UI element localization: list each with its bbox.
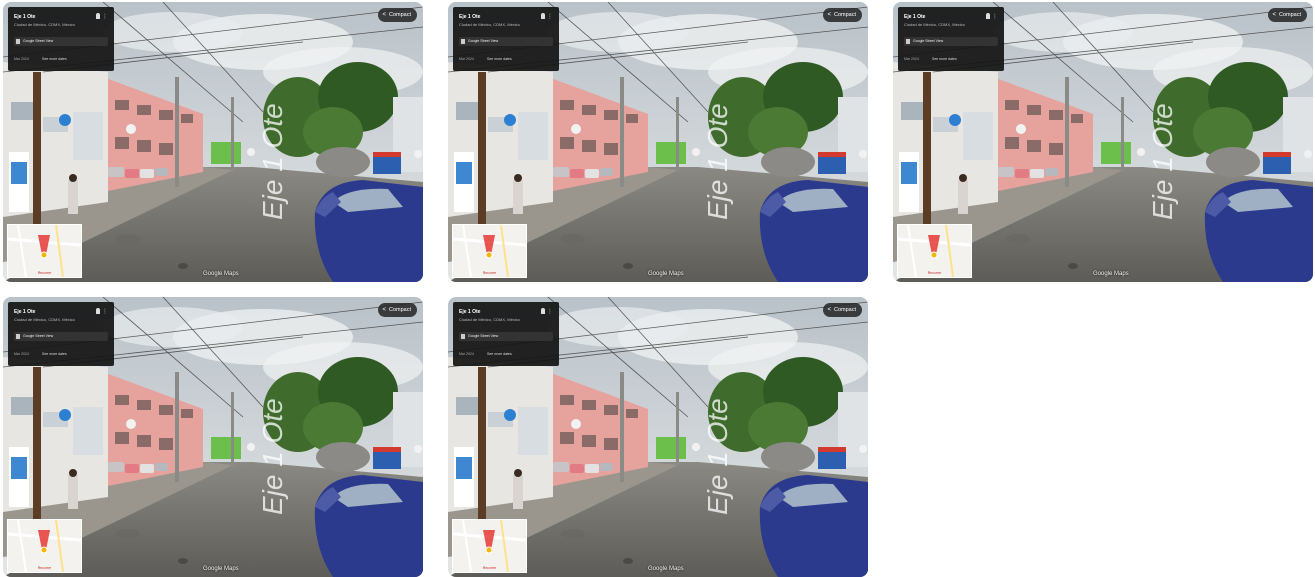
more-vert-icon[interactable]: ⋮: [102, 13, 108, 20]
location-info-card: Eje 1 Ote Ciudad de México, CDMX, México…: [453, 302, 559, 366]
minimap-explore-label: Recorrer: [927, 271, 942, 275]
address-city: Ciudad de México, CDMX, México: [14, 22, 75, 27]
captured-by: Google Street View: [468, 334, 499, 338]
streetview-tile[interactable]: Eje 1 Ote Ciudad de México, CDMX, México…: [448, 2, 868, 282]
see-more-dates-link[interactable]: See more dates: [487, 57, 512, 61]
compact-label: Compact: [388, 307, 411, 313]
street-name-overlay: Eje 1 Ote: [702, 103, 733, 220]
more-vert-icon[interactable]: ⋮: [102, 308, 108, 315]
compact-label: Compact: [833, 307, 856, 313]
location-info-card: Eje 1 Ote Ciudad de México, CDMX, México…: [453, 7, 559, 71]
share-arrow-icon: <: [827, 12, 831, 18]
map-pin-icon[interactable]: [986, 13, 990, 19]
more-vert-icon[interactable]: ⋮: [547, 13, 553, 20]
capture-date: Mar 2024: [14, 352, 29, 356]
streetview-tile[interactable]: Eje 1 Ote Ciudad de México, CDMX, México…: [893, 2, 1313, 282]
captured-by: Google Street View: [23, 39, 54, 43]
minimap[interactable]: Recorrer: [7, 519, 82, 573]
address-city: Ciudad de México, CDMX, México: [459, 22, 520, 27]
street-name-overlay: Eje 1 Ote: [257, 103, 288, 220]
share-arrow-icon: <: [382, 307, 386, 313]
minimap-explore-label: Recorrer: [482, 566, 497, 570]
capture-source-row[interactable]: Google Street View: [14, 37, 108, 46]
capture-source-row[interactable]: Google Street View: [14, 332, 108, 341]
google-maps-attribution: Google Maps: [1093, 271, 1129, 277]
more-vert-icon[interactable]: ⋮: [547, 308, 553, 315]
google-maps-attribution: Google Maps: [203, 271, 239, 277]
location-info-card: Eje 1 Ote Ciudad de México, CDMX, México…: [8, 302, 114, 366]
street-name-overlay: Eje 1 Ote: [257, 398, 288, 515]
compact-label: Compact: [388, 12, 411, 18]
capture-source-row[interactable]: Google Street View: [904, 37, 998, 46]
google-maps-attribution: Google Maps: [648, 271, 684, 277]
see-more-dates-link[interactable]: See more dates: [932, 57, 957, 61]
capture-date: Mar 2024: [14, 57, 29, 61]
minimap-explore-label: Recorrer: [37, 271, 52, 275]
camera-icon: [16, 39, 20, 44]
address-title: Eje 1 Ote: [14, 14, 36, 20]
map-pin-icon[interactable]: [96, 13, 100, 19]
streetview-tile[interactable]: Eje 1 Ote Ciudad de México, CDMX, México…: [448, 297, 868, 577]
captured-by: Google Street View: [913, 39, 944, 43]
minimap[interactable]: Recorrer: [452, 519, 527, 573]
compact-label: Compact: [1278, 12, 1301, 18]
camera-icon: [461, 334, 465, 339]
compact-button[interactable]: < Compact: [823, 8, 862, 22]
minimap[interactable]: Recorrer: [7, 224, 82, 278]
address-title: Eje 1 Ote: [14, 309, 36, 315]
streetview-tile[interactable]: Eje 1 Ote Ciudad de México, CDMX, México…: [3, 2, 423, 282]
streetview-tile[interactable]: Eje 1 Ote Ciudad de México, CDMX, México…: [3, 297, 423, 577]
address-title: Eje 1 Ote: [904, 14, 926, 20]
share-arrow-icon: <: [827, 307, 831, 313]
share-arrow-icon: <: [382, 12, 386, 18]
minimap-explore-label: Recorrer: [482, 271, 497, 275]
street-name-overlay: Eje 1 Ote: [1147, 103, 1178, 220]
compact-button[interactable]: < Compact: [823, 303, 862, 317]
google-maps-attribution: Google Maps: [203, 566, 239, 572]
camera-icon: [16, 334, 20, 339]
captured-by: Google Street View: [468, 39, 499, 43]
map-pin-icon[interactable]: [541, 13, 545, 19]
share-arrow-icon: <: [1272, 12, 1276, 18]
capture-date: Mar 2024: [459, 352, 474, 356]
minimap-drawing: [453, 520, 526, 572]
location-info-card: Eje 1 Ote Ciudad de México, CDMX, México…: [898, 7, 1004, 71]
capture-source-row[interactable]: Google Street View: [459, 332, 553, 341]
map-pin-icon[interactable]: [541, 308, 545, 314]
map-pin-icon[interactable]: [96, 308, 100, 314]
compact-button[interactable]: < Compact: [378, 8, 417, 22]
address-city: Ciudad de México, CDMX, México: [904, 22, 965, 27]
capture-source-row[interactable]: Google Street View: [459, 37, 553, 46]
compact-button[interactable]: < Compact: [1268, 8, 1307, 22]
camera-icon: [906, 39, 910, 44]
address-title: Eje 1 Ote: [459, 14, 481, 20]
location-info-card: Eje 1 Ote Ciudad de México, CDMX, México…: [8, 7, 114, 71]
see-more-dates-link[interactable]: See more dates: [487, 352, 512, 356]
google-maps-attribution: Google Maps: [648, 566, 684, 572]
address-city: Ciudad de México, CDMX, México: [459, 317, 520, 322]
see-more-dates-link[interactable]: See more dates: [42, 57, 67, 61]
compact-button[interactable]: < Compact: [378, 303, 417, 317]
minimap[interactable]: Recorrer: [897, 224, 972, 278]
street-name-overlay: Eje 1 Ote: [702, 398, 733, 515]
minimap-explore-label: Recorrer: [37, 566, 52, 570]
captured-by: Google Street View: [23, 334, 54, 338]
minimap[interactable]: Recorrer: [452, 224, 527, 278]
capture-date: Mar 2024: [904, 57, 919, 61]
see-more-dates-link[interactable]: See more dates: [42, 352, 67, 356]
address-city: Ciudad de México, CDMX, México: [14, 317, 75, 322]
minimap-drawing: [8, 225, 81, 277]
minimap-drawing: [453, 225, 526, 277]
minimap-drawing: [898, 225, 971, 277]
compact-label: Compact: [833, 12, 856, 18]
minimap-drawing: [8, 520, 81, 572]
more-vert-icon[interactable]: ⋮: [992, 13, 998, 20]
camera-icon: [461, 39, 465, 44]
address-title: Eje 1 Ote: [459, 309, 481, 315]
capture-date: Mar 2024: [459, 57, 474, 61]
